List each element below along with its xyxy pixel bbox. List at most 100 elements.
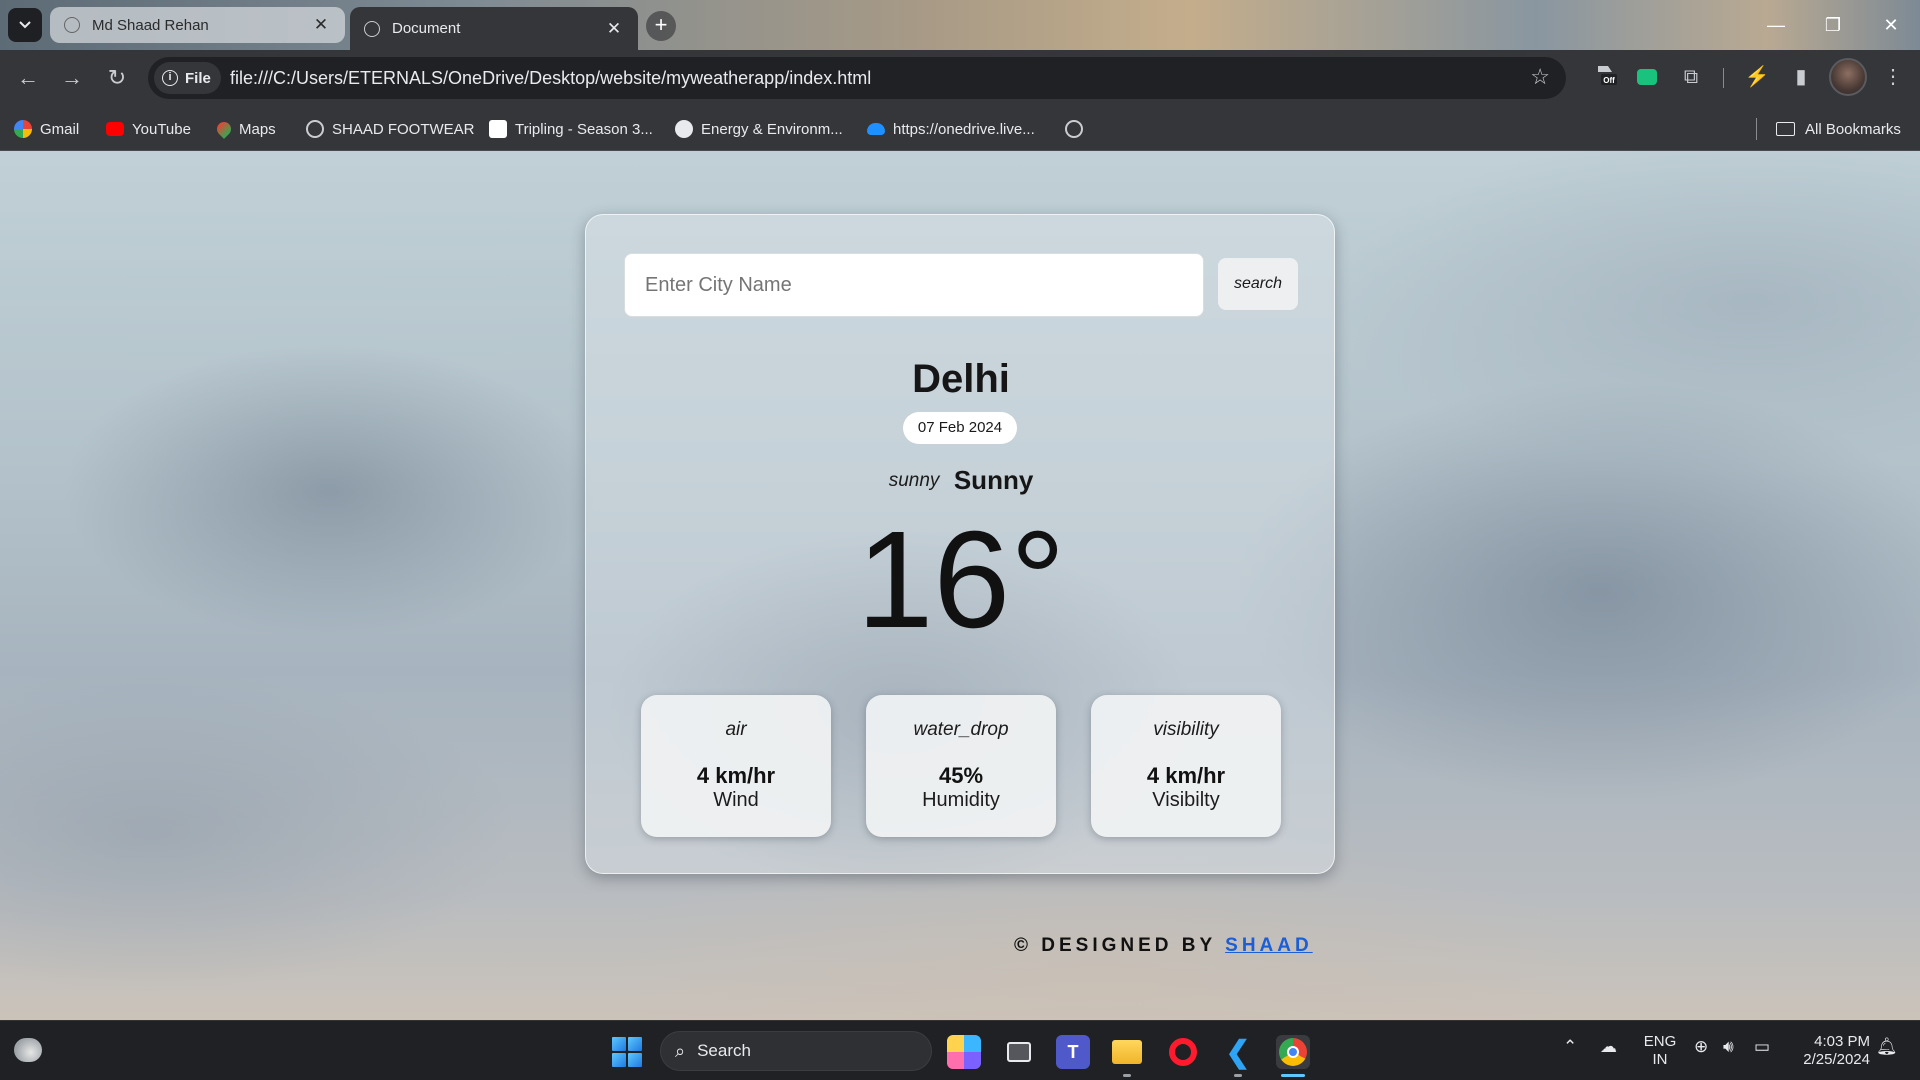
bookmark-unnamed[interactable] [1065,118,1083,140]
green-extension-icon[interactable] [1632,62,1662,92]
tab-md-shaad-rehan[interactable]: Md Shaad Rehan ✕ [50,7,345,43]
extensions-puzzle-icon[interactable]: ⧉ [1676,62,1706,92]
address-bar[interactable]: i File file:///C:/Users/ETERNALS/OneDriv… [148,57,1566,99]
google-icon [14,120,32,138]
tab-document[interactable]: Document ✕ [350,7,638,50]
running-indicator [1123,1074,1131,1077]
visibility-label: Visibilty [1152,789,1220,811]
weather-widget-icon[interactable] [14,1038,42,1062]
file-explorer-icon[interactable] [1110,1035,1144,1069]
bookmark-label: Energy & Environm... [701,120,843,138]
url-text[interactable]: file:///C:/Users/ETERNALS/OneDrive/Deskt… [230,68,871,89]
bookmark-label: Gmail [40,120,80,138]
search-button[interactable]: search [1218,258,1298,310]
wind-label: Wind [713,789,759,811]
taskbar-search[interactable]: ⌕ Search [660,1031,932,1071]
clock[interactable]: 4:03 PM 2/25/2024 [1790,1033,1870,1069]
chrome-icon[interactable] [1276,1035,1310,1069]
battery-icon[interactable]: ▭ [1754,1037,1770,1057]
globe-icon [1065,120,1083,138]
task-view-icon[interactable] [1002,1035,1036,1069]
bookmarks-bar: Gmail YouTube Maps SHAAD FOOTWEAR Tripli… [0,106,1920,151]
running-indicator [1234,1074,1242,1077]
onedrive-cloud-icon[interactable]: ☁ [1600,1037,1617,1057]
bookmark-star-icon[interactable]: ☆ [1530,64,1550,90]
extension-badge: Off [1603,76,1615,85]
tab-search-button[interactable] [8,8,42,42]
notification-bell-icon[interactable]: 🔔︎ [1876,1037,1898,1057]
clock-time: 4:03 PM [1814,1033,1870,1050]
folder-icon [1776,122,1795,136]
vscode-icon[interactable]: ❮ [1221,1035,1255,1069]
globe-icon [64,17,80,33]
maps-icon [214,119,234,139]
restore-icon[interactable]: ❐ [1818,10,1848,40]
city-search-input[interactable] [624,253,1204,317]
globe-icon [364,20,380,37]
humidity-label: Humidity [922,789,1000,811]
sunny-icon: sunny [888,469,940,491]
teams-icon[interactable]: T [1056,1035,1090,1069]
condition-row: sunny Sunny [586,465,1336,496]
bookmark-label: Tripling - Season 3... [515,120,653,138]
copilot-icon[interactable] [947,1035,981,1069]
youtube-icon [106,122,124,136]
close-icon[interactable]: ✕ [311,15,331,35]
site-info-label: File [185,69,211,87]
menu-kebab-icon[interactable]: ⋮ [1878,62,1908,92]
minimize-icon[interactable]: — [1761,10,1791,40]
all-bookmarks-button[interactable]: All Bookmarks [1776,118,1901,140]
toolbar-divider [1723,68,1724,88]
performance-icon[interactable]: ⚡ [1742,62,1772,92]
bookmark-youtube[interactable]: YouTube [106,118,191,140]
extension-toggle-icon[interactable]: Off [1590,62,1620,92]
profile-avatar[interactable] [1829,58,1867,96]
active-indicator [1281,1074,1305,1077]
info-icon: i [162,70,178,86]
close-icon[interactable]: ✕ [604,19,624,39]
language-code: ENG [1643,1033,1677,1050]
bookmark-shaad-footwear[interactable]: SHAAD FOOTWEAR [306,118,475,140]
side-panel-icon[interactable]: ▮ [1786,62,1816,92]
bookmark-energy[interactable]: Energy & Environm... [675,118,843,140]
search-icon: ⌕ [675,1040,686,1061]
browser-tab-strip: Md Shaad Rehan ✕ Document ✕ + — ❐ ✕ [0,0,1920,50]
air-icon: air [725,719,747,740]
chevron-up-icon[interactable]: ⌃ [1563,1037,1577,1057]
taskbar: ⌕ Search T ❮ ⌃ ☁ ENG IN ⊕ 🔊︎ ▭ 4:03 PM 2… [0,1020,1920,1080]
reload-icon[interactable]: ↻ [101,62,133,94]
visibility-icon: visibility [1153,719,1219,740]
all-bookmarks-label: All Bookmarks [1805,120,1901,138]
network-globe-icon[interactable]: ⊕ [1694,1037,1708,1057]
water-drop-icon: water_drop [913,719,1009,740]
window-close-icon[interactable]: ✕ [1876,10,1906,40]
chevron-down-icon [19,21,31,29]
bookmark-maps[interactable]: Maps [214,118,276,140]
condition-text: Sunny [953,465,1034,495]
visibility-value: 4 km/hr [1146,763,1226,788]
site-info-chip[interactable]: i File [154,62,221,94]
author-link[interactable]: SHAAD [1225,935,1313,956]
windows-start-icon[interactable] [612,1037,642,1067]
bookmark-gmail[interactable]: Gmail [14,118,79,140]
new-tab-button[interactable]: + [646,11,676,41]
tvf-icon [489,120,507,138]
forward-arrow-icon[interactable]: → [56,62,88,94]
tab-title: Document [392,20,461,37]
bookmark-label: Maps [239,120,276,138]
humidity-card: water_drop 45% Humidity [866,695,1056,837]
page-viewport: search Delhi 07 Feb 2024 sunny Sunny 16°… [0,151,1920,1020]
wind-card: air 4 km/hr Wind [641,695,831,837]
back-arrow-icon[interactable]: ← [12,62,44,94]
date-badge: 07 Feb 2024 [903,412,1017,444]
language-indicator[interactable]: ENG IN [1643,1033,1677,1069]
volume-icon[interactable]: 🔊︎ [1723,1037,1734,1057]
bookmark-onedrive[interactable]: https://onedrive.live... [867,118,1035,140]
opera-icon[interactable] [1166,1035,1200,1069]
bookmark-tripling[interactable]: Tripling - Season 3... [489,118,653,140]
wind-value: 4 km/hr [696,763,776,788]
weather-card: search Delhi 07 Feb 2024 sunny Sunny 16°… [585,214,1335,874]
bookmark-label: YouTube [132,120,191,138]
region-code: IN [1652,1051,1668,1068]
browser-toolbar: ← → ↻ i File file:///C:/Users/ETERNALS/O… [0,50,1920,106]
